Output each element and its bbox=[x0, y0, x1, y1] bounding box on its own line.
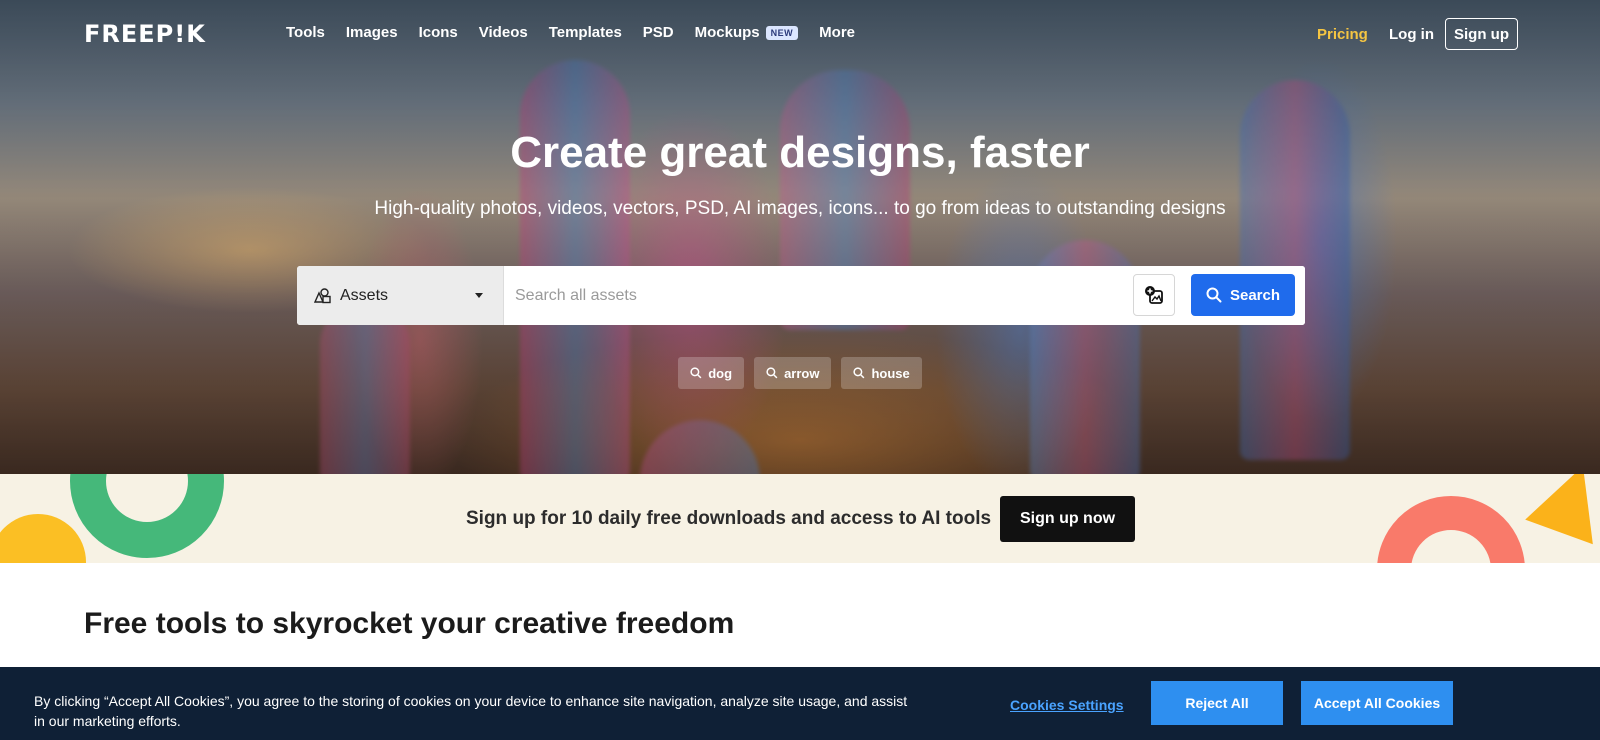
nav-videos[interactable]: Videos bbox=[479, 24, 528, 41]
promo-text: Sign up for 10 daily free downloads and … bbox=[466, 508, 992, 529]
search-input[interactable] bbox=[504, 266, 1305, 325]
decorative-circle bbox=[0, 514, 86, 563]
nav-icons[interactable]: Icons bbox=[419, 24, 458, 41]
freepik-logo[interactable]: FREEP!K bbox=[84, 20, 206, 48]
cookie-text: By clicking “Accept All Cookies”, you ag… bbox=[34, 693, 908, 729]
chevron-down-icon bbox=[475, 293, 483, 298]
cookie-banner: By clicking “Accept All Cookies”, you ag… bbox=[0, 667, 1600, 740]
nav-more[interactable]: More bbox=[819, 24, 855, 41]
nav-mockups-label: Mockups bbox=[694, 24, 760, 41]
nav-templates[interactable]: Templates bbox=[549, 24, 622, 41]
signup-button[interactable]: Sign up bbox=[1445, 18, 1518, 50]
nav-psd[interactable]: PSD bbox=[643, 24, 674, 41]
section-title: Free tools to skyrocket your creative fr… bbox=[84, 607, 735, 640]
search-icon bbox=[766, 367, 778, 379]
login-link[interactable]: Log in bbox=[1389, 26, 1434, 43]
search-icon bbox=[853, 367, 865, 379]
main-nav: Tools Images Icons Videos Templates PSD … bbox=[286, 24, 876, 41]
asset-type-dropdown[interactable]: Assets bbox=[297, 266, 504, 325]
reject-all-button[interactable]: Reject All bbox=[1151, 681, 1283, 725]
accept-all-cookies-button[interactable]: Accept All Cookies bbox=[1301, 681, 1453, 725]
suggestion-chip-arrow[interactable]: arrow bbox=[754, 357, 832, 389]
suggestion-label: house bbox=[871, 365, 910, 381]
new-badge: NEW bbox=[765, 25, 799, 40]
hero-subtitle: High-quality photos, videos, vectors, PS… bbox=[374, 198, 1226, 219]
hero-title: Create great designs, faster bbox=[510, 128, 1090, 177]
shapes-icon bbox=[314, 287, 331, 303]
asset-type-label: Assets bbox=[340, 286, 389, 304]
nav-mockups[interactable]: Mockups NEW bbox=[695, 24, 799, 41]
signup-now-button[interactable]: Sign up now bbox=[1000, 496, 1135, 542]
decorative-ring bbox=[70, 474, 224, 558]
suggestion-label: dog bbox=[708, 365, 733, 381]
nav-images[interactable]: Images bbox=[346, 24, 398, 41]
pricing-link[interactable]: Pricing bbox=[1317, 26, 1368, 43]
signup-promo-banner: Sign up for 10 daily free downloads and … bbox=[0, 474, 1600, 563]
search-bar: Assets Search bbox=[297, 266, 1305, 325]
suggestion-label: arrow bbox=[784, 365, 820, 381]
cookie-settings-link[interactable]: Cookies Settings bbox=[1010, 697, 1124, 713]
decorative-triangle bbox=[1525, 474, 1600, 545]
suggestion-chip-dog[interactable]: dog bbox=[678, 357, 745, 389]
search-suggestions: dog arrow house bbox=[0, 357, 1600, 389]
image-search-icon bbox=[1145, 286, 1163, 304]
decorative-ring bbox=[1377, 496, 1525, 563]
search-icon bbox=[1206, 287, 1222, 303]
search-icon bbox=[690, 367, 702, 379]
hero-section: FREEP!K Tools Images Icons Videos Templa… bbox=[0, 0, 1600, 474]
search-button[interactable]: Search bbox=[1191, 274, 1295, 316]
image-search-button[interactable] bbox=[1133, 274, 1175, 316]
suggestion-chip-house[interactable]: house bbox=[841, 357, 922, 389]
nav-tools[interactable]: Tools bbox=[286, 24, 325, 41]
search-button-label: Search bbox=[1229, 286, 1281, 304]
